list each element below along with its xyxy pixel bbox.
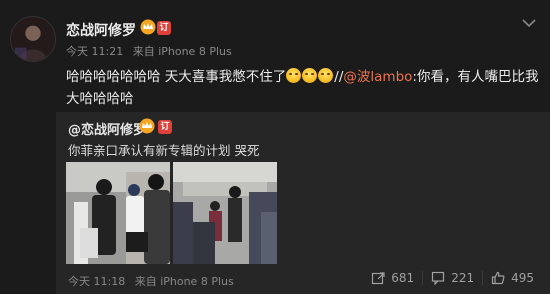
post-text-main: 哈哈哈哈哈哈哈 天大喜事我憋不住了 <box>66 69 287 85</box>
like-icon <box>491 271 505 285</box>
repost-card[interactable]: @恋战阿修罗 订 你菲亲口承认有新专辑的计划 哭死 今天 11:18 来自 iP… <box>56 112 550 294</box>
laugh-cry-emoji <box>318 68 334 83</box>
post-source: 来自 iPhone 8 Plus <box>132 45 232 58</box>
post-username[interactable]: 恋战阿修罗 <box>66 20 136 40</box>
repost-meta: 今天 11:18 来自 iPhone 8 Plus <box>68 273 240 289</box>
repost-username[interactable]: @恋战阿修罗 <box>68 119 146 138</box>
post-meta: 今天 11:21 来自 iPhone 8 Plus <box>66 43 238 59</box>
vip-crown-icon[interactable] <box>138 118 156 134</box>
level-badge[interactable]: 订 <box>157 21 171 35</box>
comment-icon <box>432 271 445 285</box>
forward-icon <box>372 272 385 285</box>
repost-photo-1[interactable] <box>66 162 170 264</box>
laugh-cry-emoji <box>286 68 302 83</box>
repost-source: 来自 iPhone 8 Plus <box>134 275 234 288</box>
avatar[interactable] <box>10 16 56 62</box>
post-text: 哈哈哈哈哈哈哈 天大喜事我憋不住了//@波lambo:你看，有人嘴巴比我大哈哈哈… <box>66 66 544 110</box>
chevron-down-icon[interactable] <box>522 18 536 28</box>
level-badge[interactable]: 订 <box>158 120 172 134</box>
repost-actions: 681 221 495 <box>363 271 542 285</box>
forward-count: 681 <box>391 271 415 285</box>
like-button[interactable]: 495 <box>482 271 542 285</box>
comment-count: 221 <box>451 271 475 285</box>
laugh-cry-emoji <box>302 68 318 83</box>
post-time[interactable]: 今天 11:21 <box>66 45 123 58</box>
forward-button[interactable]: 681 <box>363 271 422 285</box>
repost-photo-2[interactable] <box>173 162 277 264</box>
vip-crown-icon[interactable] <box>139 19 157 35</box>
repost-text: 你菲亲口承认有新专辑的计划 哭死 <box>68 143 260 158</box>
repost-time[interactable]: 今天 11:18 <box>68 275 125 288</box>
mention-link[interactable]: @波lambo <box>343 69 412 85</box>
like-count: 495 <box>511 271 534 285</box>
comment-button[interactable]: 221 <box>422 271 482 285</box>
